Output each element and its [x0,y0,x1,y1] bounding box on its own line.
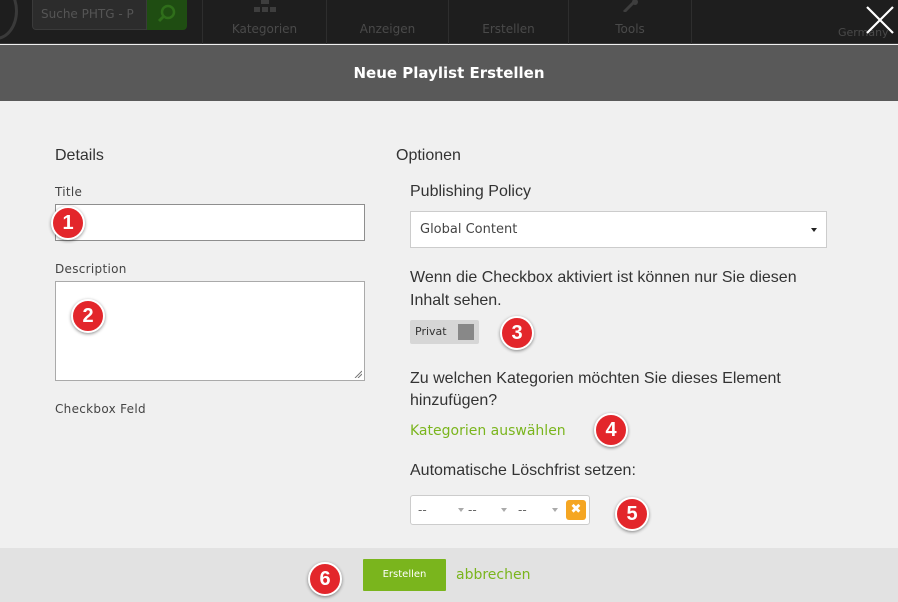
checkbox-field-label: Checkbox Feld [55,402,146,416]
day-select[interactable]: -- [418,496,464,524]
title-label: Title [55,185,83,199]
publishing-policy-select[interactable]: Global Content [410,211,827,248]
publishing-policy-label: Publishing Policy [410,183,531,200]
nav-item-anzeigen[interactable]: Anzeigen [326,0,448,44]
nav-item-label: Anzeigen [359,22,416,36]
step-badge-5: 5 [615,497,649,531]
step-badge-4: 4 [594,413,628,447]
month-value: -- [468,503,477,517]
chevron-down-icon [552,508,558,512]
year-select[interactable]: -- [518,496,564,524]
options-heading: Optionen [396,147,461,164]
details-heading: Details [55,147,104,164]
auto-delete-label: Automatische Löschfrist setzen: [410,462,636,479]
month-select[interactable]: -- [468,496,514,524]
nav-item-erstellen[interactable]: Erstellen [448,0,568,44]
day-value: -- [418,503,427,517]
chevron-down-icon [501,508,507,512]
modal-header: Neue Playlist Erstellen [0,45,898,101]
nav-item-kategorien[interactable]: Kategorien [202,0,326,44]
cancel-link[interactable]: abbrechen [456,567,530,583]
year-value: -- [518,503,527,517]
search-input[interactable]: Suche PHTG - P [32,0,147,30]
search-button[interactable] [147,0,187,30]
logo[interactable] [0,0,18,40]
modal-title: Neue Playlist Erstellen [353,64,545,82]
nav-item-label: Erstellen [482,22,535,36]
categories-question-line1: Zu welchen Kategorien möchten Sie dieses… [410,370,781,387]
resize-handle-icon[interactable] [354,370,362,378]
description-textarea[interactable] [55,281,365,381]
description-label: Description [55,262,127,276]
step-badge-3: 3 [500,316,534,350]
close-icon[interactable] [864,4,896,36]
private-hint-line1: Wenn die Checkbox aktiviert ist können n… [410,269,797,286]
private-toggle[interactable]: Privat [410,320,479,344]
modal-footer: Erstellen abbrechen [0,548,898,602]
chevron-down-icon [458,508,464,512]
clear-date-button[interactable]: ✖ [566,500,586,520]
delete-date-picker: -- -- -- ✖ [410,495,590,525]
wrench-icon [622,0,638,12]
search-icon [157,4,176,23]
private-hint-line2: Inhalt sehen. [410,292,502,309]
step-badge-2: 2 [71,299,105,333]
top-navigation-bar: Suche PHTG - P Kategorien Anzeigen Erste… [0,0,898,44]
nav-item-label: Kategorien [231,22,298,36]
step-badge-6: 6 [308,562,342,596]
categories-question-line2: hinzufügen? [410,392,498,409]
nav-item-label: Tools [615,22,645,36]
private-toggle-label: Privat [415,325,447,338]
select-categories-link[interactable]: Kategorien auswählen [410,423,566,439]
nav-item-tools[interactable]: Tools [568,0,692,44]
chevron-down-icon [811,228,817,232]
create-button[interactable]: Erstellen [363,559,446,591]
categories-icon [253,0,276,12]
title-input[interactable] [55,204,365,241]
clear-icon: ✖ [570,502,582,517]
step-badge-1: 1 [51,206,85,240]
toggle-knob [458,324,474,340]
publishing-policy-value: Global Content [420,222,518,237]
